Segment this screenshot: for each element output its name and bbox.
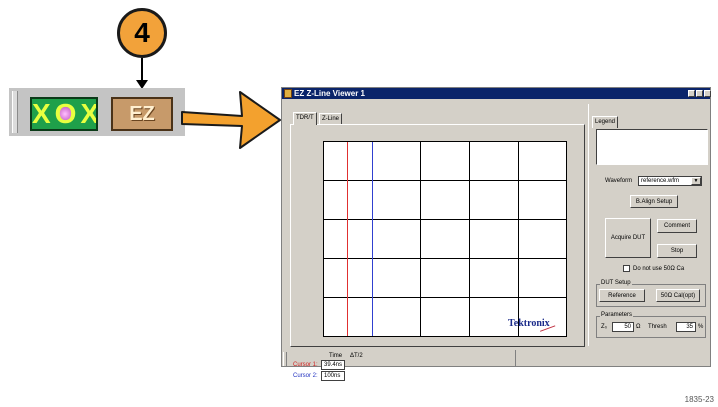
waveform-plot[interactable] [323, 141, 567, 337]
reference-button[interactable]: Reference [599, 289, 645, 302]
tektronix-logo: Tektronix [508, 318, 550, 329]
z0-input[interactable]: 50 [612, 322, 634, 332]
time-label: Time [329, 353, 343, 359]
status-separator [515, 350, 516, 366]
legend-box [596, 129, 708, 165]
callout-arrow-line [141, 58, 143, 82]
waveform-label: Waveform [605, 178, 633, 184]
comment-button[interactable]: Comment [657, 219, 697, 233]
no-cal-checkbox[interactable] [623, 265, 630, 272]
b-align-setup-button[interactable]: B.Align Setup [630, 195, 678, 208]
cursor-1-value: 39.4ns [321, 360, 345, 370]
plot-gridline-v [469, 141, 470, 337]
tab-zline[interactable]: Z-Line [319, 113, 343, 124]
cursor-2-value: 100ns [321, 371, 345, 381]
xox-button[interactable]: XOX [30, 97, 98, 131]
plot-gridline-v [518, 141, 519, 337]
plot-gridline-h [323, 180, 567, 181]
plot-gridline-h [323, 219, 567, 220]
delta-label: ΔT/2 [350, 353, 363, 359]
maximize-button[interactable] [696, 90, 703, 97]
dut-setup-title: DUT Setup [600, 279, 632, 287]
cursor-2-line[interactable] [372, 142, 373, 336]
ez-button-label: EZ [129, 102, 155, 125]
threshold-label: Thresh [648, 324, 667, 330]
plot-gridline-h [323, 258, 567, 259]
cursor-1-line[interactable] [347, 142, 348, 336]
step-number-badge: 4 [117, 8, 167, 58]
pointer-arrow-icon [181, 91, 281, 149]
close-button[interactable] [704, 90, 711, 97]
plot-gridline-h [323, 297, 567, 298]
threshold-input[interactable]: 35 [676, 322, 696, 332]
acquire-dut-button[interactable]: Acquire DUT [605, 218, 651, 258]
legend-tab[interactable]: Legend [592, 116, 619, 128]
app-icon [284, 89, 292, 98]
ez-button[interactable]: EZ [111, 97, 173, 131]
no-cal-label: Do not use 50Ω Ca [633, 266, 685, 272]
plot-gridline-v [420, 141, 421, 337]
xox-button-label: XOX [32, 98, 98, 129]
cursor-2-label: Cursor 2: [293, 373, 318, 379]
z0-unit: Ω [636, 324, 641, 330]
parameters-title: Parameters [600, 311, 634, 319]
z0-label: Z₀ [601, 324, 608, 330]
status-grip[interactable] [283, 352, 287, 366]
figure-number: 1835-23 [684, 395, 714, 404]
threshold-unit: % [698, 324, 704, 330]
cal-button[interactable]: 50Ω Cal(opt) [656, 289, 700, 302]
window-title: EZ Z-Line Viewer 1 [294, 89, 365, 98]
chevron-down-icon[interactable]: ▼ [691, 177, 701, 185]
step-number: 4 [134, 17, 150, 48]
cursor-1-label: Cursor 1: [293, 362, 318, 368]
minimize-button[interactable] [688, 90, 695, 97]
stop-button[interactable]: Stop [657, 244, 697, 258]
toolbar-grip[interactable] [12, 91, 18, 133]
tab-tdrt[interactable]: TDR/T [293, 112, 317, 125]
